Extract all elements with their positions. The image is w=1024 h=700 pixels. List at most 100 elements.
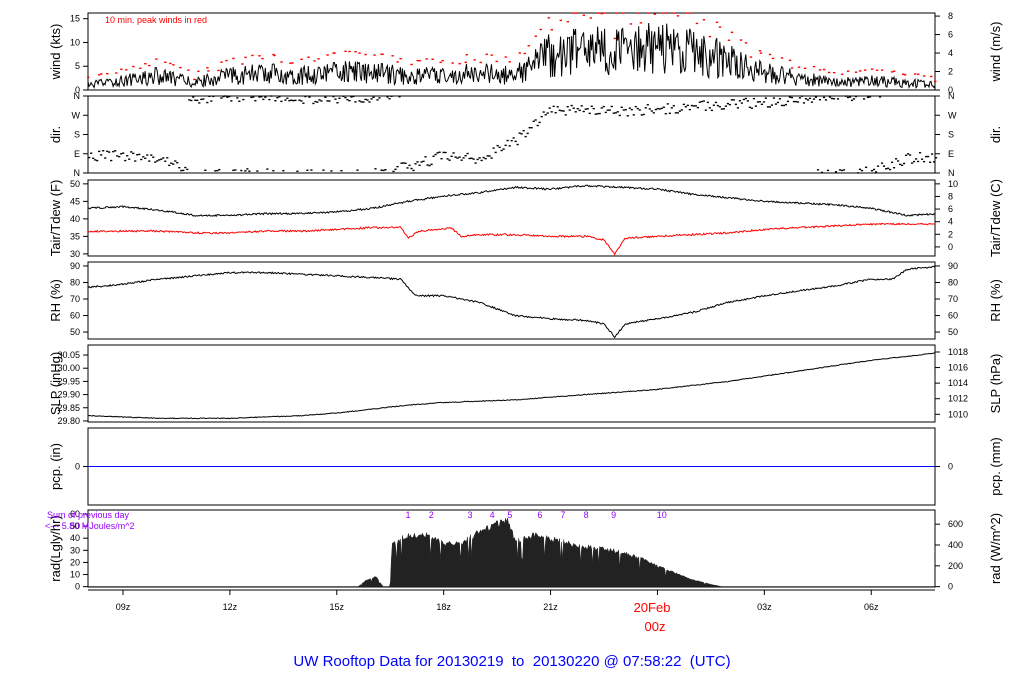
direction-point bbox=[296, 170, 299, 172]
direction-point bbox=[164, 160, 167, 162]
direction-point bbox=[604, 111, 607, 114]
direction-point bbox=[326, 100, 329, 102]
direction-point bbox=[780, 104, 784, 107]
direction-point bbox=[778, 98, 782, 100]
direction-point bbox=[858, 168, 862, 171]
direction-point bbox=[496, 144, 499, 147]
direction-point bbox=[504, 144, 507, 147]
direction-point bbox=[642, 113, 645, 116]
direction-point bbox=[200, 98, 203, 101]
radiation-marker: 6 bbox=[537, 510, 542, 520]
direction-point bbox=[662, 106, 665, 108]
direction-point bbox=[630, 108, 633, 111]
direction-point bbox=[908, 154, 912, 156]
direction-point bbox=[100, 154, 103, 156]
y-tick-label: 0 bbox=[75, 582, 80, 592]
direction-point bbox=[518, 132, 521, 134]
direction-point bbox=[848, 96, 852, 98]
peak-wind-point bbox=[550, 29, 553, 31]
direction-point bbox=[652, 112, 655, 114]
peak-wind-point bbox=[439, 61, 442, 64]
direction-point bbox=[866, 96, 870, 98]
series-line-slp bbox=[88, 352, 936, 420]
direction-point bbox=[724, 105, 727, 107]
y-tick-label-right: E bbox=[948, 149, 954, 159]
direction-point bbox=[204, 169, 207, 171]
direction-point bbox=[734, 103, 737, 106]
direction-point bbox=[534, 119, 537, 121]
direction-point bbox=[638, 109, 641, 111]
direction-point bbox=[188, 99, 191, 101]
direction-point bbox=[894, 158, 898, 160]
direction-point bbox=[668, 112, 671, 114]
direction-point bbox=[814, 96, 818, 98]
direction-point bbox=[380, 169, 383, 171]
direction-point bbox=[392, 170, 395, 173]
direction-point bbox=[466, 152, 469, 155]
direction-point bbox=[933, 161, 936, 163]
direction-point bbox=[710, 109, 713, 112]
peak-wind-point bbox=[759, 52, 763, 54]
direction-point bbox=[584, 108, 587, 110]
y-tick-label: 15 bbox=[70, 14, 80, 24]
peak-wind-point bbox=[788, 59, 792, 62]
peak-wind-point bbox=[87, 76, 90, 79]
direction-point bbox=[362, 101, 365, 103]
direction-point bbox=[396, 165, 399, 168]
direction-point bbox=[88, 156, 91, 159]
peak-wind-point bbox=[317, 58, 320, 60]
direction-point bbox=[464, 154, 467, 157]
y-axis-label: SLP (inHg) bbox=[48, 352, 63, 415]
direction-point bbox=[170, 162, 173, 164]
direction-point bbox=[935, 157, 938, 159]
direction-point bbox=[250, 96, 253, 99]
direction-point bbox=[878, 96, 882, 98]
y-axis-label-right: Tair/Tdew (C) bbox=[988, 179, 1003, 257]
peak-wind-point bbox=[148, 64, 151, 67]
direction-point bbox=[688, 108, 691, 111]
x-tick-label: 15z bbox=[330, 602, 345, 612]
direction-point bbox=[654, 108, 657, 111]
direction-point bbox=[492, 147, 495, 149]
peak-wind-point bbox=[155, 58, 158, 60]
direction-point bbox=[266, 168, 269, 170]
peak-wind-point bbox=[653, 13, 657, 15]
direction-point bbox=[768, 106, 772, 108]
direction-point bbox=[606, 109, 609, 111]
direction-point bbox=[172, 163, 175, 165]
direction-point bbox=[126, 155, 129, 157]
direction-point bbox=[756, 101, 760, 103]
y-tick-label: 80 bbox=[70, 277, 80, 287]
y-tick-label: 0 bbox=[75, 462, 80, 472]
direction-point bbox=[712, 104, 715, 106]
direction-point bbox=[92, 157, 95, 160]
direction-point bbox=[146, 154, 149, 156]
direction-point bbox=[546, 112, 549, 114]
y-tick-label: 35 bbox=[70, 231, 80, 241]
direction-point bbox=[920, 158, 924, 160]
y-tick-label-right: N bbox=[948, 168, 955, 178]
peak-wind-point bbox=[744, 42, 748, 44]
direction-point bbox=[322, 169, 325, 171]
direction-point bbox=[96, 159, 99, 162]
peak-wind-point bbox=[485, 53, 488, 56]
peak-wind-point bbox=[291, 62, 294, 64]
direction-point bbox=[480, 159, 483, 162]
radiation-marker: 4 bbox=[490, 510, 495, 520]
direction-point bbox=[902, 162, 906, 165]
direction-point bbox=[320, 100, 323, 102]
y-axis-label: wind (kts) bbox=[48, 24, 63, 81]
direction-point bbox=[924, 155, 928, 158]
direction-point bbox=[242, 98, 245, 101]
direction-point bbox=[462, 157, 465, 159]
radiation-marker: 1 bbox=[406, 510, 411, 520]
direction-point bbox=[592, 107, 595, 110]
y-tick-label-right: 0 bbox=[948, 242, 953, 252]
peak-wind-point bbox=[771, 57, 775, 60]
direction-point bbox=[562, 110, 565, 112]
peak-wind-point bbox=[241, 63, 244, 65]
direction-point bbox=[926, 155, 930, 158]
direction-point bbox=[616, 111, 619, 113]
peak-wind-point bbox=[364, 53, 367, 56]
direction-point bbox=[931, 153, 934, 155]
